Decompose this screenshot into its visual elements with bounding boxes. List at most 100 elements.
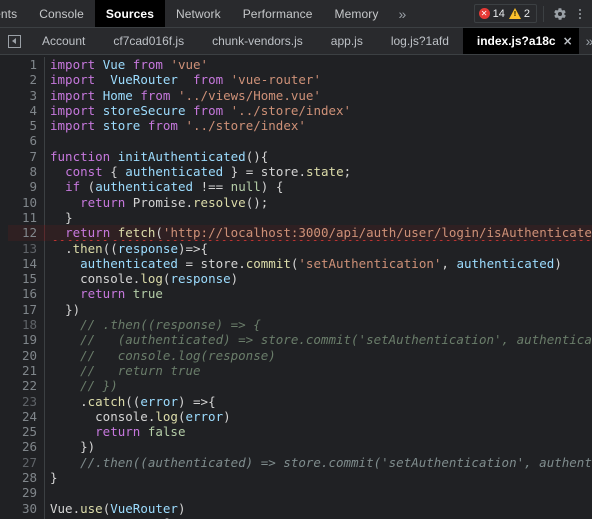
code-line[interactable]: 14 authenticated = store.commit('setAuth… xyxy=(8,255,592,272)
code-line[interactable]: 22 // }) xyxy=(8,378,592,394)
code-line[interactable]: 4 import storeSecure from '../store/index… xyxy=(8,102,592,119)
code-line-content: return false xyxy=(95,424,186,440)
kebab-menu-icon[interactable] xyxy=(572,4,588,24)
code-line[interactable]: 6 xyxy=(8,133,592,149)
line-number: 14 xyxy=(21,255,37,271)
code-line[interactable]: 18 // .then((response) => { xyxy=(8,317,592,333)
tab-network[interactable]: Network xyxy=(165,0,232,27)
line-number: 10 xyxy=(21,194,37,210)
code-line[interactable]: 21 // return true xyxy=(8,362,592,379)
file-tab-index[interactable]: index.js?a18c × xyxy=(462,28,579,54)
line-number: 6 xyxy=(29,133,37,149)
more-file-tabs-label: » xyxy=(586,33,592,49)
code-line-content: authenticated = store.commit('setAuthent… xyxy=(80,255,562,271)
issue-counters[interactable]: ✕ 14 2 xyxy=(473,4,537,23)
line-number: 12 xyxy=(21,225,37,241)
code-line[interactable]: 26 }) xyxy=(8,439,592,455)
error-icon: ✕ xyxy=(478,8,490,19)
file-tab-index-label: index.js?a18c xyxy=(476,34,556,48)
source-code-editor[interactable]: 1 import Vue from 'vue' 2 import VueRouter… xyxy=(0,55,592,519)
file-tab-app[interactable]: app.js xyxy=(317,28,377,54)
code-line[interactable]: 10 return Promise.resolve(); xyxy=(8,194,592,210)
warning-counter[interactable]: 2 xyxy=(508,8,530,20)
code-line-content: // .then((response) => { xyxy=(50,317,261,333)
code-line[interactable]: 25 return false xyxy=(8,424,592,440)
line-number: 27 xyxy=(21,454,37,470)
code-line[interactable]: 8 const { authenticated } = store.state; xyxy=(8,164,592,180)
sources-file-tabs: Account cf7cad016f.js chunk-vendors.js a… xyxy=(0,28,592,55)
code-line[interactable]: 24 console.log(error) xyxy=(8,408,592,425)
code-line[interactable]: 3 import Home from '../views/Home.vue' xyxy=(8,87,592,103)
code-viewport[interactable]: 1 import Vue from 'vue' 2 import VueRouter… xyxy=(8,55,592,519)
line-number: 7 xyxy=(29,148,37,164)
more-file-tabs-chevron-icon[interactable]: » xyxy=(579,28,592,54)
line-number: 24 xyxy=(21,408,37,424)
code-line[interactable]: 13 .then((response)=>{ xyxy=(8,240,592,256)
line-number: 17 xyxy=(21,301,37,317)
code-line-content: // return true xyxy=(50,362,201,378)
tab-elements[interactable]: ments xyxy=(0,0,28,27)
more-tabs-chevron-icon[interactable]: » xyxy=(389,0,415,27)
line-number: 21 xyxy=(21,362,37,378)
code-line-content: console.log(response) xyxy=(80,271,239,287)
line-number: 11 xyxy=(21,209,37,225)
line-number: 4 xyxy=(29,102,37,118)
code-line[interactable]: 16 return true xyxy=(8,286,592,302)
code-line[interactable]: 1 import Vue from 'vue' xyxy=(8,57,592,73)
code-line-content: import Vue from 'vue' xyxy=(50,57,209,72)
line-number: 20 xyxy=(21,347,37,363)
tab-performance[interactable]: Performance xyxy=(232,0,324,27)
gutter-divider xyxy=(44,485,45,501)
code-line[interactable]: 20 // console.log(response) xyxy=(8,347,592,363)
code-line-content: const { authenticated } = store.state; xyxy=(65,164,352,180)
code-line[interactable]: 17 }) xyxy=(8,301,592,318)
code-line[interactable]: 5 import store from '../store/index' xyxy=(8,118,592,134)
code-line[interactable]: 29 xyxy=(8,485,592,501)
code-line-content: }) xyxy=(65,301,81,317)
code-line[interactable]: 9 if (authenticated !== null) { xyxy=(8,179,592,195)
show-navigator-icon[interactable] xyxy=(0,28,28,54)
tab-console[interactable]: Console xyxy=(28,0,95,27)
code-line-content: .catch((error) =>{ xyxy=(80,393,216,409)
code-line-content: //.then((authenticated) => store.commit(… xyxy=(50,454,592,470)
devtools-tab-list: ments Console Sources Network Performanc… xyxy=(0,0,474,27)
file-tab-cf7cad016f[interactable]: cf7cad016f.js xyxy=(99,28,198,54)
editor-left-rail xyxy=(0,55,8,519)
show-navigator-glyph xyxy=(7,34,21,48)
code-line[interactable]: 11 } xyxy=(8,209,592,226)
file-tab-chunk-vendors[interactable]: chunk-vendors.js xyxy=(198,28,317,54)
code-line-content: import storeSecure from '../store/index' xyxy=(50,102,352,118)
code-line[interactable]: 15 console.log(response) xyxy=(8,271,592,287)
gear-icon[interactable] xyxy=(550,4,570,24)
code-line-content: .then((response)=>{ xyxy=(65,240,209,256)
line-number: 13 xyxy=(21,240,37,256)
code-line[interactable]: 2 import VueRouter from 'vue-router' xyxy=(8,72,592,88)
line-number: 5 xyxy=(29,118,37,134)
file-tab-app-label: app.js xyxy=(330,34,363,48)
code-line-content: console.log(error) xyxy=(95,408,231,424)
gutter-divider xyxy=(44,133,45,149)
code-line-content: import Home from '../views/Home.vue' xyxy=(50,87,321,103)
line-number: 28 xyxy=(21,470,37,486)
code-line[interactable]: 27 //.then((authenticated) => store.comm… xyxy=(8,454,592,471)
toolbar-divider xyxy=(543,5,544,22)
code-line[interactable]: 7 function initAuthenticated(){ xyxy=(8,148,592,165)
code-line[interactable]: 23 .catch((error) =>{ xyxy=(8,393,592,409)
code-line[interactable]: 28} xyxy=(8,470,592,486)
file-tab-log[interactable]: log.js?1afd xyxy=(377,28,463,54)
error-count: 14 xyxy=(492,7,505,20)
close-icon[interactable]: × xyxy=(563,34,573,48)
tab-memory[interactable]: Memory xyxy=(324,0,390,27)
tab-elements-label: ments xyxy=(0,6,18,21)
line-number: 16 xyxy=(21,286,37,302)
tab-sources[interactable]: Sources xyxy=(94,0,165,27)
code-line[interactable]: 30 Vue.use(VueRouter) xyxy=(8,500,592,516)
code-line-error[interactable]: 12 return fetch('http://localhost:3000/a… xyxy=(8,225,592,241)
line-number: 22 xyxy=(21,378,37,394)
tab-memory-label: Memory xyxy=(334,6,379,21)
error-counter[interactable]: ✕ 14 xyxy=(478,7,505,20)
code-line-content: return Promise.resolve(); xyxy=(80,194,269,210)
line-number: 9 xyxy=(29,179,37,195)
file-tab-account[interactable]: Account xyxy=(28,28,99,54)
code-line[interactable]: 19 // (authenticated) => store.commit('s… xyxy=(8,332,592,348)
